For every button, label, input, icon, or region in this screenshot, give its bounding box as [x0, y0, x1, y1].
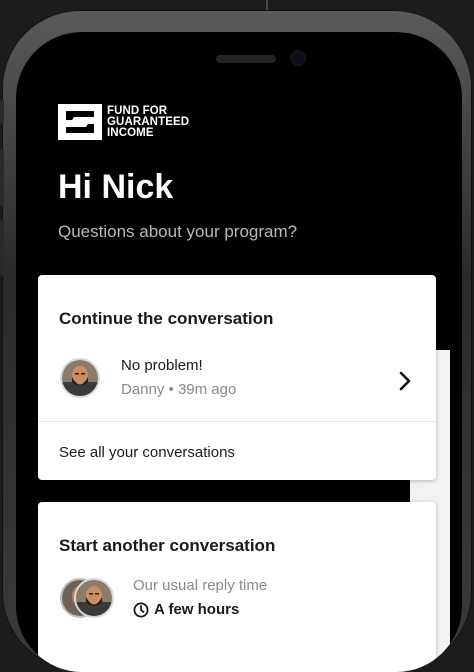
- clock-icon: [133, 602, 149, 617]
- chevron-right-icon[interactable]: [398, 370, 412, 392]
- conversation-message: No problem!: [121, 357, 203, 374]
- brand-name-line-1: FUND FOR: [107, 104, 168, 117]
- fgi-logo-icon: [58, 104, 102, 140]
- see-all-conversations-link[interactable]: See all your conversations: [59, 444, 235, 461]
- brand-name-line-3: INCOME: [107, 126, 154, 139]
- reply-time-label: Our usual reply time: [133, 577, 268, 594]
- speaker-grille: [216, 55, 276, 63]
- continue-card-title: Continue the conversation: [59, 309, 274, 328]
- mute-switch: [0, 100, 4, 124]
- reply-time: A few hours: [133, 601, 239, 618]
- volume-down-button: [0, 220, 4, 276]
- conversation-meta: Danny • 39m ago: [121, 381, 237, 398]
- divider: [38, 421, 436, 422]
- conversation-row[interactable]: No problem! Danny • 39m ago: [38, 341, 436, 421]
- person-avatar-icon: [60, 358, 100, 398]
- volume-up-button: [0, 150, 4, 206]
- continue-conversation-card: Continue the conversation No problem! Da…: [38, 275, 436, 480]
- reply-time-value: A few hours: [154, 601, 240, 618]
- phone-frame: FUND FOR GUARANTEED INCOME Hi Nick Quest…: [0, 10, 472, 672]
- start-conversation-card: Start another conversation Our usual rep: [38, 502, 436, 672]
- phone-screen: FUND FOR GUARANTEED INCOME Hi Nick Quest…: [16, 32, 462, 672]
- person-avatar-icon: [74, 578, 114, 618]
- page-title: Hi Nick: [58, 168, 174, 206]
- brand-logo: FUND FOR GUARANTEED INCOME: [58, 104, 189, 140]
- brand-name: FUND FOR GUARANTEED INCOME: [107, 104, 190, 139]
- start-card-title: Start another conversation: [59, 536, 276, 555]
- front-camera: [292, 52, 304, 64]
- brand-name-line-2: GUARANTEED: [107, 115, 190, 128]
- page-subtitle: Questions about your program?: [58, 222, 298, 241]
